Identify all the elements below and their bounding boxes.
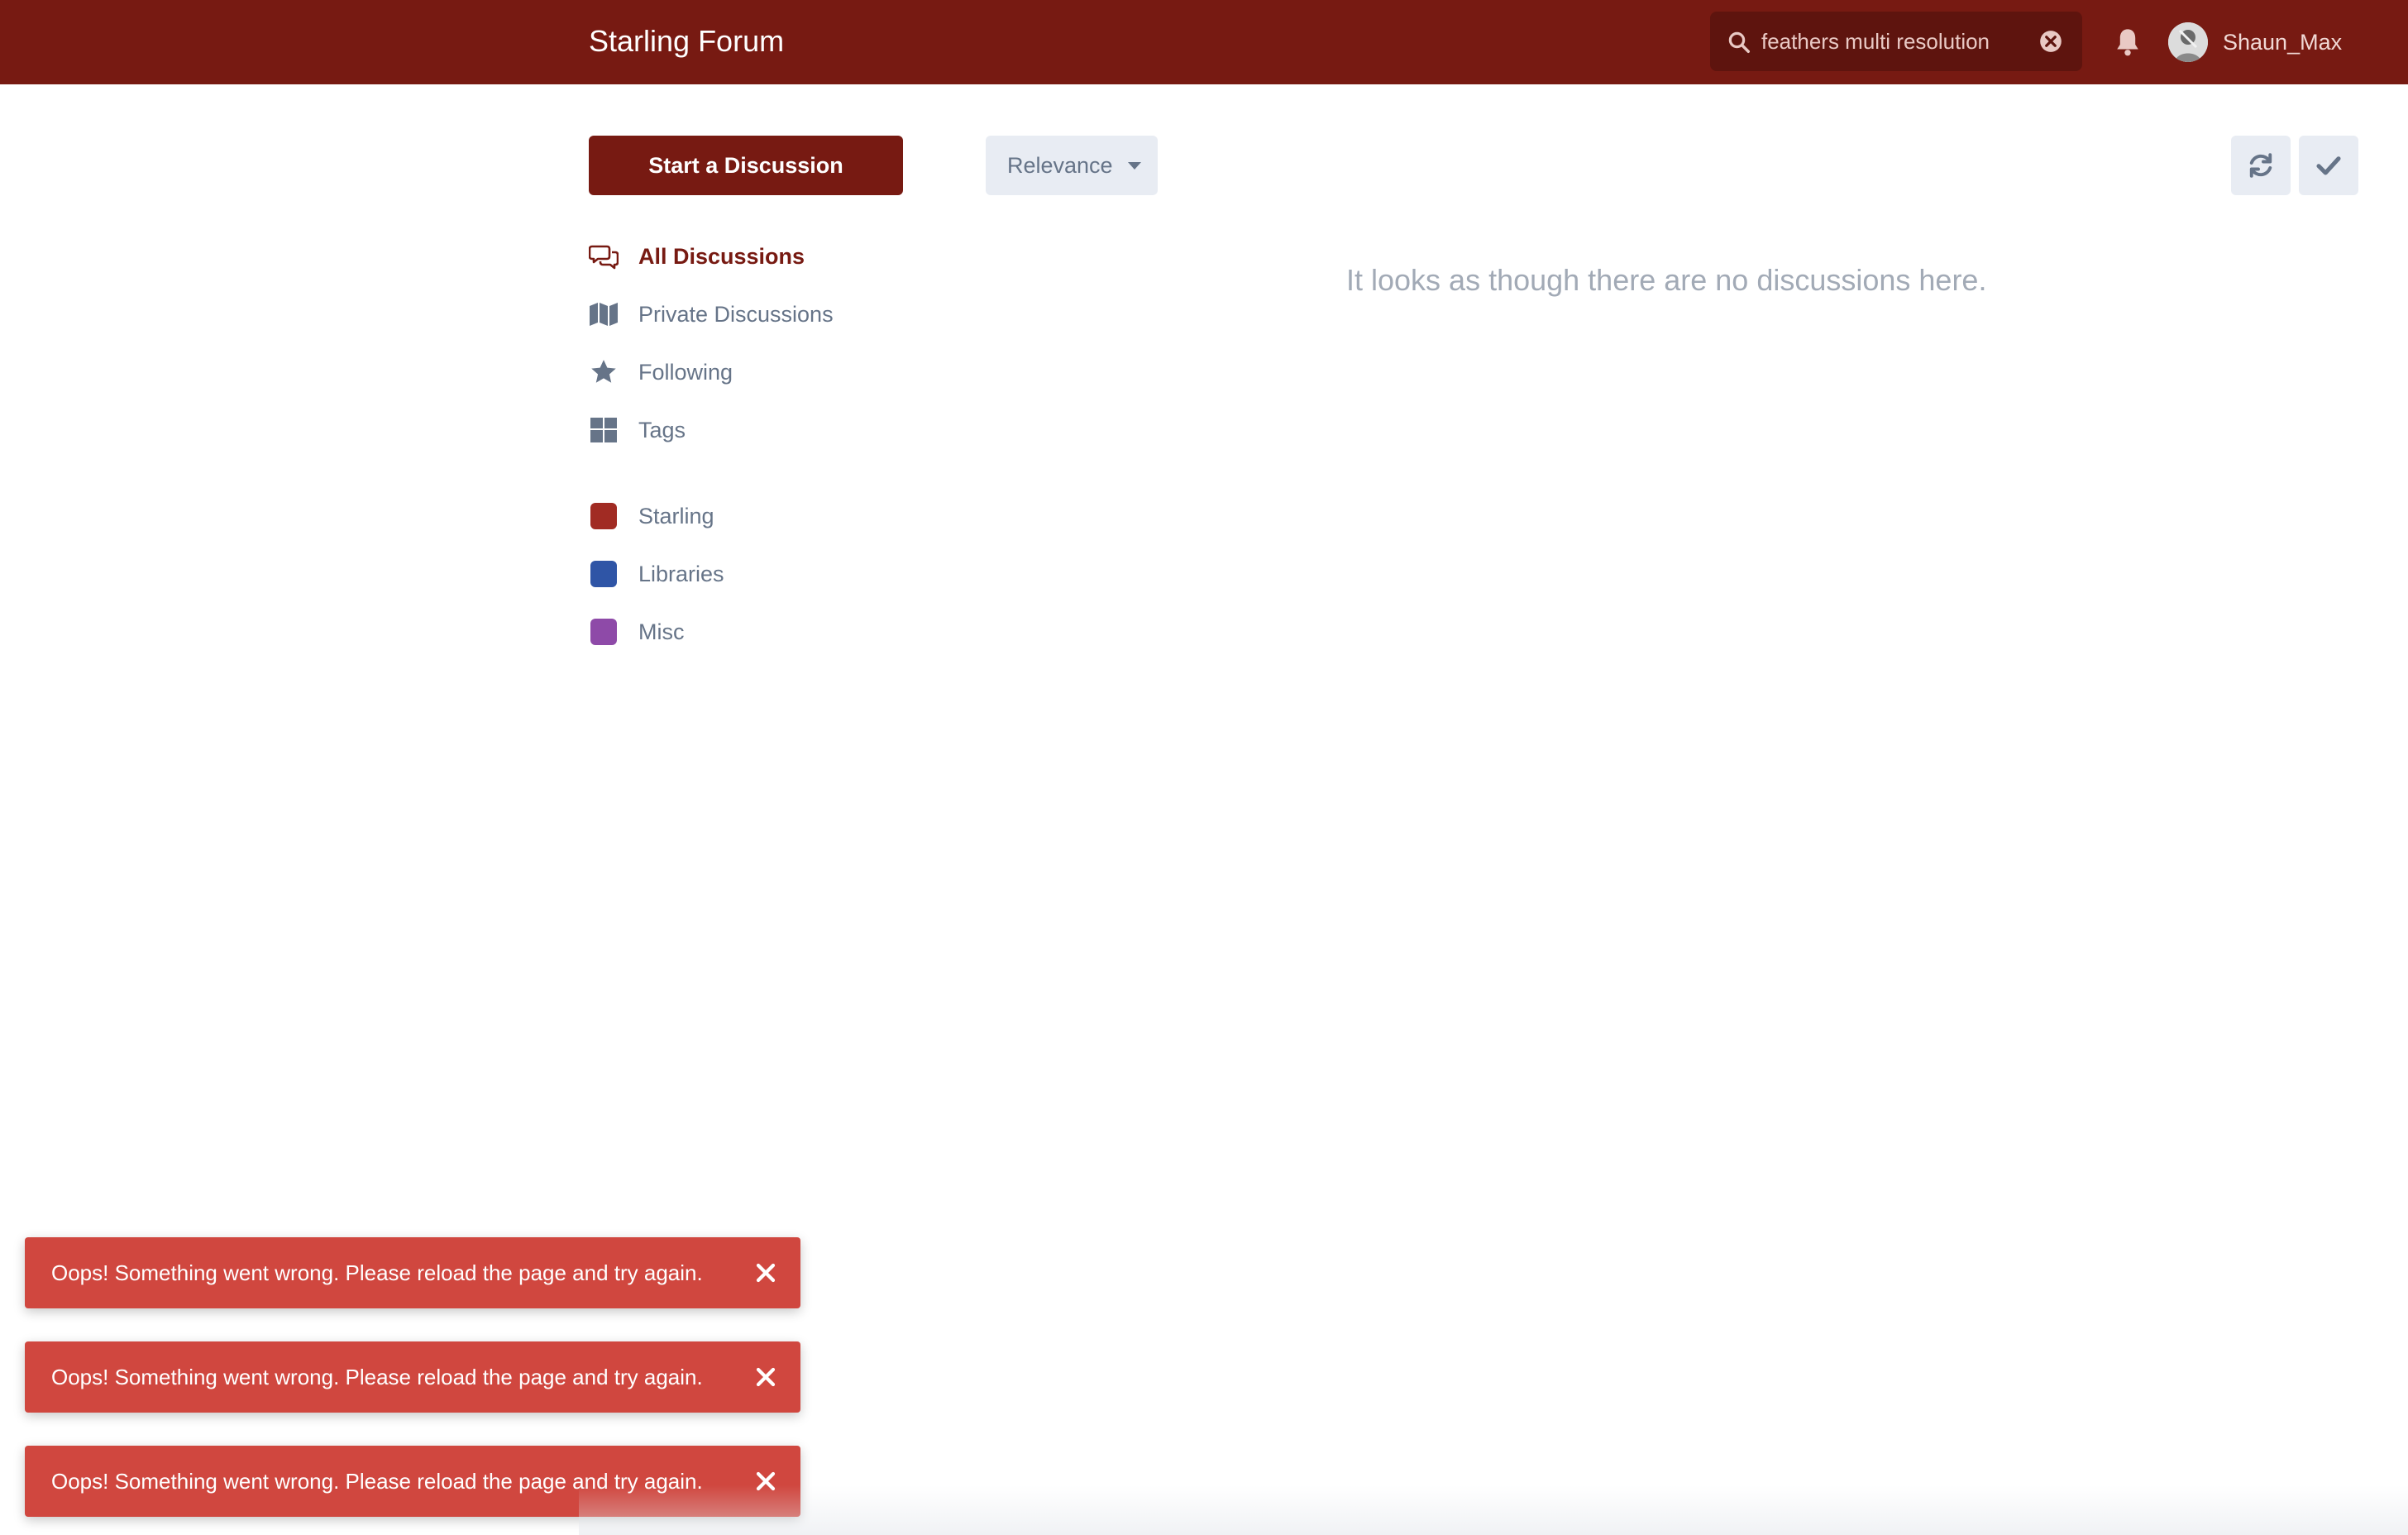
composer-shadow [579,1485,2408,1535]
tag-color-swatch [590,561,617,587]
sidebar-item-label: Private Discussions [638,301,834,327]
avatar[interactable] [2168,22,2208,62]
sidebar-item-label: All Discussions [638,243,805,269]
sidebar-item-private-discussions[interactable]: Private Discussions [589,294,953,334]
check-icon [2316,156,2341,175]
avatar-image-icon [2168,22,2208,62]
clear-search-icon[interactable] [2039,30,2062,53]
alert-message: Oops! Something went wrong. Please reloa… [51,1260,703,1285]
sidebar-item-label: Misc [638,619,685,644]
comments-icon [589,241,619,271]
sidebar-item-label: Tags [638,417,686,442]
caret-down-icon [1127,161,1141,170]
sidebar-item-label: Following [638,359,733,385]
sort-dropdown[interactable]: Relevance [986,136,1158,195]
sidebar-item-label: Libraries [638,561,724,586]
sort-label: Relevance [1007,152,1113,178]
error-alert: Oops! Something went wrong. Please reloa… [25,1237,800,1308]
sidebar-item-tag-misc[interactable]: Misc [589,612,953,652]
close-icon[interactable] [756,1263,776,1283]
start-discussion-button[interactable]: Start a Discussion [589,136,903,195]
user-menu[interactable]: Shaun_Max [2168,22,2342,63]
sidebar-item-tags[interactable]: Tags [589,410,953,450]
tags-grid-icon [589,415,619,445]
error-alert: Oops! Something went wrong. Please reloa… [25,1341,800,1413]
sidebar-item-tag-libraries[interactable]: Libraries [589,554,953,594]
search-box[interactable] [1710,12,2082,71]
search-icon [1728,31,1750,53]
refresh-button[interactable] [2231,136,2291,195]
sidebar-item-tag-starling[interactable]: Starling [589,496,953,536]
top-header: Starling Forum Shaun_Max [0,0,2408,84]
empty-discussions-message: It looks as though there are no discussi… [1346,263,1987,297]
alert-message: Oops! Something went wrong. Please reloa… [51,1365,703,1389]
username: Shaun_Max [2223,29,2343,55]
refresh-icon [2249,153,2272,178]
mark-all-read-button[interactable] [2299,136,2358,195]
map-icon [589,299,619,329]
sidebar-item-all-discussions[interactable]: All Discussions [589,237,953,276]
star-icon [589,357,619,387]
close-icon[interactable] [756,1367,776,1387]
sidebar-item-label: Starling [638,503,714,528]
forum-brand-title[interactable]: Starling Forum [589,20,784,63]
bell-icon[interactable] [2114,26,2142,58]
sidebar-item-following[interactable]: Following [589,352,953,392]
tag-color-swatch [590,503,617,529]
tag-color-swatch [590,619,617,645]
search-input[interactable] [1761,22,2026,61]
